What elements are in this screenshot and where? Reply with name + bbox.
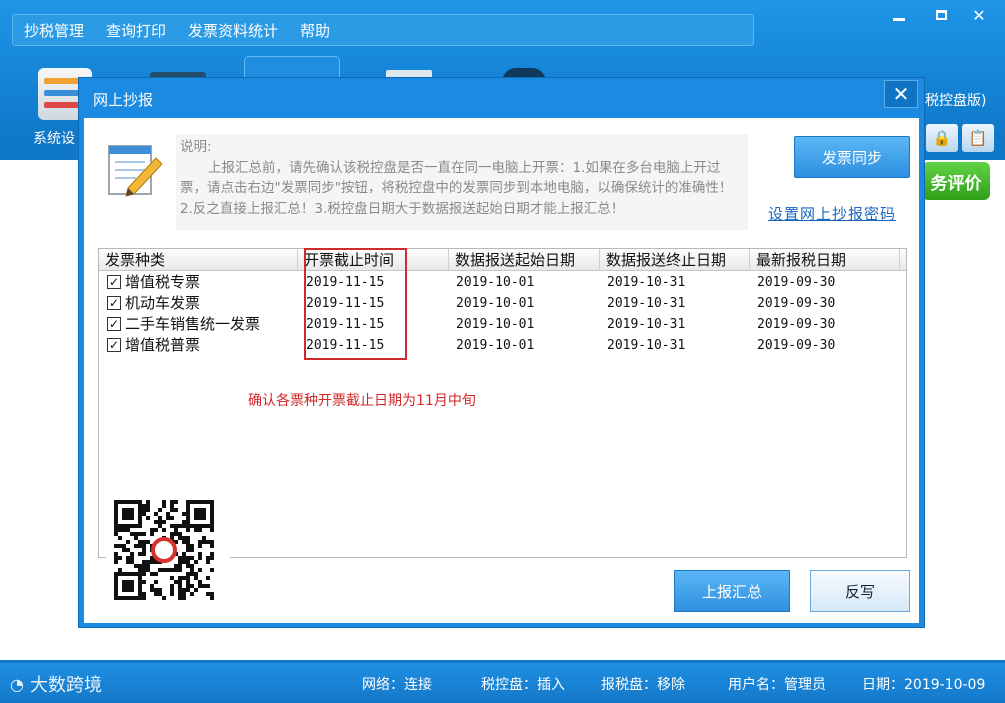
- status-network: 网络：连接: [362, 677, 432, 693]
- cell-invoice-type: 机动车发票: [125, 294, 201, 312]
- dialog-close-button[interactable]: ✕: [884, 80, 918, 108]
- column-header-latest-date[interactable]: 最新报税日期: [750, 249, 900, 271]
- status-report-disk: 报税盘：移除: [601, 677, 685, 693]
- edition-title: 税控盘版): [925, 93, 987, 109]
- brand-mark-icon: ◔: [10, 674, 24, 694]
- cell-end-date: 2019-10-31: [607, 275, 686, 290]
- column-header-end-date[interactable]: 数据报送终止日期: [600, 249, 750, 271]
- status-date: 日期：2019-10-09: [862, 677, 986, 693]
- cell-start-date: 2019-10-01: [456, 338, 535, 353]
- cell-invoice-type: 二手车销售统一发票: [125, 315, 261, 333]
- deadline-highlight-box: [304, 248, 407, 360]
- menu-item-help[interactable]: 帮助: [289, 20, 341, 41]
- row-checkbox[interactable]: ✓: [107, 275, 121, 289]
- cell-invoice-type: 增值税普票: [125, 336, 201, 354]
- service-evaluation-badge[interactable]: 务评价: [922, 162, 990, 200]
- dialog-body: 说明: 上报汇总前，请先确认该税控盘是否一直在同一电脑上开票：1.如果在多台电脑…: [84, 118, 919, 623]
- table-header: 发票种类 开票截止时间 数据报送起始日期 数据报送终止日期 最新报税日期: [99, 249, 906, 271]
- cell-start-date: 2019-10-01: [456, 296, 535, 311]
- qr-code: [106, 494, 230, 608]
- cell-invoice-type: 增值税专票: [125, 273, 201, 291]
- column-header-start-date[interactable]: 数据报送起始日期: [449, 249, 600, 271]
- cell-end-date: 2019-10-31: [607, 338, 686, 353]
- menu-item-tax-copy[interactable]: 抄税管理: [13, 20, 95, 41]
- status-user: 用户名：管理员: [728, 677, 826, 693]
- row-checkbox[interactable]: ✓: [107, 338, 121, 352]
- cell-end-date: 2019-10-31: [607, 317, 686, 332]
- clipboard-icon[interactable]: 📋: [962, 124, 994, 152]
- description-text: 上报汇总前，请先确认该税控盘是否一直在同一电脑上开票：1.如果在多台电脑上开过票…: [180, 159, 733, 217]
- status-bar: ◔ 大数跨境 网络：连接 税控盘：插入 报税盘：移除 用户名：管理员 日期：20…: [0, 663, 1005, 703]
- menu-item-query-print[interactable]: 查询打印: [95, 20, 177, 41]
- brand-logo-text: 大数跨境: [29, 675, 102, 696]
- set-password-link[interactable]: 设置网上抄报密码: [768, 203, 896, 224]
- write-back-button[interactable]: 反写: [810, 570, 910, 612]
- report-summary-button[interactable]: 上报汇总: [674, 570, 790, 612]
- description-title: 说明:: [180, 139, 212, 155]
- cell-start-date: 2019-10-01: [456, 275, 535, 290]
- description-box: 说明: 上报汇总前，请先确认该税控盘是否一直在同一电脑上开票：1.如果在多台电脑…: [176, 134, 748, 230]
- cell-latest-date: 2019-09-30: [757, 338, 836, 353]
- table-row[interactable]: ✓ 二手车销售统一发票 2019-11-15 2019-10-01 2019-1…: [99, 314, 906, 335]
- cell-latest-date: 2019-09-30: [757, 275, 836, 290]
- minimize-button[interactable]: [882, 0, 916, 30]
- row-checkbox[interactable]: ✓: [107, 317, 121, 331]
- row-checkbox[interactable]: ✓: [107, 296, 121, 310]
- minimize-icon: [893, 17, 905, 21]
- annotation-text: 确认各票种开票截止日期为11月中旬: [248, 393, 476, 409]
- menu-item-invoice-stats[interactable]: 发票资料统计: [177, 20, 289, 41]
- table-row[interactable]: ✓ 增值税普票 2019-11-15 2019-10-01 2019-10-31…: [99, 335, 906, 356]
- table-row[interactable]: ✓ 机动车发票 2019-11-15 2019-10-01 2019-10-31…: [99, 293, 906, 314]
- window-close-button[interactable]: ✕: [962, 0, 996, 30]
- status-tax-disk: 税控盘：插入: [481, 677, 565, 693]
- toolbar-label-settings: 系统设: [33, 131, 75, 147]
- lock-icon[interactable]: 🔒: [926, 124, 958, 152]
- table-row[interactable]: ✓ 增值税专票 2019-11-15 2019-10-01 2019-10-31…: [99, 272, 906, 293]
- cell-end-date: 2019-10-31: [607, 296, 686, 311]
- close-icon: ✕: [892, 82, 910, 106]
- cell-latest-date: 2019-09-30: [757, 296, 836, 311]
- notepad-pencil-icon: [108, 145, 163, 197]
- column-header-invoice-type[interactable]: 发票种类: [99, 249, 298, 271]
- brand-logo: ◔ 大数跨境: [10, 671, 102, 697]
- cell-start-date: 2019-10-01: [456, 317, 535, 332]
- close-icon: ✕: [972, 5, 986, 25]
- invoice-sync-button[interactable]: 发票同步: [794, 136, 910, 178]
- online-report-dialog: 网上抄报 ✕ 说明: 上报汇总前，请先确认该税控盘是否一直在同一电脑上开票：1.…: [78, 77, 925, 628]
- cell-latest-date: 2019-09-30: [757, 317, 836, 332]
- maximize-icon: [935, 10, 947, 20]
- menu-bar: 抄税管理 查询打印 发票资料统计 帮助: [12, 14, 754, 46]
- maximize-button[interactable]: [924, 0, 958, 30]
- dialog-title: 网上抄报: [93, 91, 154, 109]
